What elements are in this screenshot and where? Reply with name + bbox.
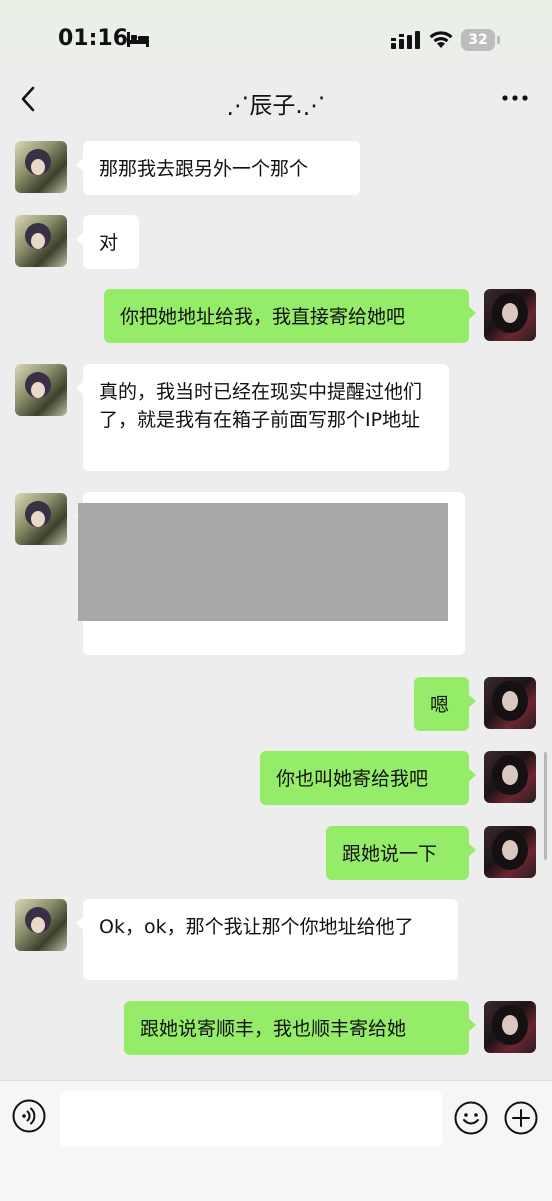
- contact-avatar[interactable]: [15, 364, 67, 416]
- status-bar: 01:16 32: [0, 0, 552, 80]
- message-bubble[interactable]: Ok，ok，那个我让那个你地址给他了: [76, 899, 458, 980]
- redaction-block: [78, 503, 448, 621]
- voice-icon[interactable]: [12, 1099, 46, 1133]
- bed-icon: [127, 32, 149, 47]
- my-avatar[interactable]: [484, 677, 536, 729]
- message-bubble[interactable]: 跟她说一下: [326, 826, 476, 880]
- my-avatar[interactable]: [484, 751, 536, 803]
- my-avatar[interactable]: [484, 289, 536, 341]
- contact-avatar[interactable]: [15, 215, 67, 267]
- message-bubble[interactable]: 那那我去跟另外一个那个: [76, 141, 360, 195]
- wifi-icon: [429, 31, 453, 48]
- emoji-icon[interactable]: [454, 1101, 488, 1135]
- message-bubble[interactable]: 嗯: [414, 677, 476, 731]
- message-bubble[interactable]: 跟她说寄顺丰，我也顺丰寄给她: [124, 1001, 476, 1055]
- scrollbar[interactable]: [544, 752, 547, 860]
- message-bubble[interactable]: 真的，我当时已经在现实中提醒过他们了，就是我有在箱子前面写那个IP地址: [76, 364, 449, 471]
- message-bubble[interactable]: 对: [76, 215, 139, 269]
- status-time: 01:16: [58, 26, 129, 51]
- input-bar: [0, 1080, 552, 1201]
- my-avatar[interactable]: [484, 826, 536, 878]
- message-bubble-redacted[interactable]: [76, 492, 465, 655]
- message-bubble[interactable]: 你也叫她寄给我吧: [260, 751, 476, 805]
- chat-title[interactable]: ⋰辰子.⋰: [0, 86, 552, 120]
- contact-avatar[interactable]: [15, 141, 67, 193]
- message-bubble[interactable]: 你把她地址给我，我直接寄给她吧: [104, 289, 476, 343]
- signal-icon: [391, 31, 420, 49]
- chat-header: ⋰辰子.⋰: [0, 72, 552, 128]
- my-avatar[interactable]: [484, 1001, 536, 1053]
- more-icon[interactable]: [500, 86, 530, 110]
- message-input[interactable]: [60, 1091, 442, 1147]
- contact-avatar[interactable]: [15, 493, 67, 545]
- plus-icon[interactable]: [504, 1101, 538, 1135]
- battery-level: 32: [461, 29, 495, 51]
- contact-avatar[interactable]: [15, 899, 67, 951]
